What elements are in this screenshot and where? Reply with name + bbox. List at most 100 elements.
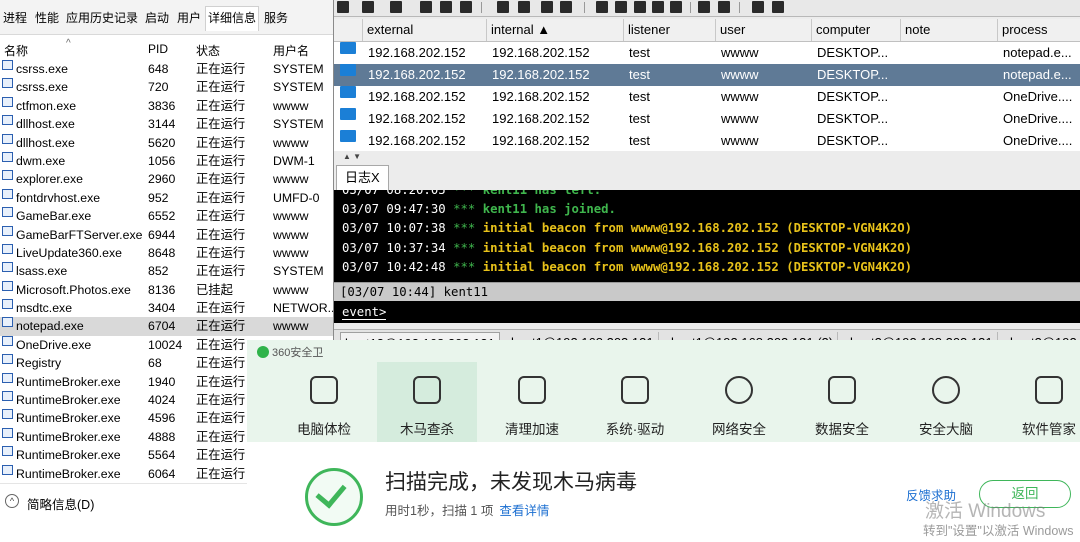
beacon-row[interactable]: 192.168.202.152 192.168.202.152 test wwww DE… — [334, 42, 1080, 64]
cloud-icon[interactable] — [718, 1, 730, 13]
log-message: initial beacon from wwww@192.168.202.152… — [482, 259, 913, 274]
tab-event-log[interactable]: 日志X — [336, 165, 389, 190]
pivot-graph-icon[interactable] — [420, 1, 432, 13]
process-row[interactable]: dllhost.exe 5620 正在运行 wwww — [0, 133, 333, 152]
process-row[interactable]: csrss.exe 720 正在运行 SYSTEM — [0, 78, 333, 96]
column-user[interactable]: 用户名 — [273, 42, 309, 59]
s360-brand: 360安全卫 — [257, 344, 323, 360]
terminal-icon[interactable] — [670, 1, 682, 13]
process-pid: 6064 — [148, 466, 176, 480]
column-internal[interactable]: internal ▲ — [487, 19, 624, 41]
process-row[interactable]: ctfmon.exe 3836 正在运行 wwww — [0, 96, 333, 115]
s360-logo-icon — [257, 346, 269, 358]
nav-item[interactable]: 木马查杀 — [377, 362, 477, 442]
log-line: 03/07 10:42:48 *** initial beacon from w… — [342, 260, 912, 274]
process-row[interactable]: dllhost.exe 3144 正在运行 SYSTEM — [0, 115, 333, 133]
target-icon[interactable] — [460, 1, 472, 13]
task-manager-tabs: 进程 性能 应用历史记录 启动 用户 详细信息 服务 — [0, 0, 333, 35]
connect-icon[interactable] — [337, 1, 349, 13]
process-row[interactable]: dwm.exe 1056 正在运行 DWM-1 — [0, 151, 333, 170]
tab-performance[interactable]: 性能 — [33, 8, 61, 28]
process-status: 正在运行 — [196, 172, 246, 187]
log-line: 03/07 08:20:05 *** kent11 has left. — [342, 190, 601, 197]
view-details-link[interactable]: 查看详情 — [499, 504, 549, 518]
column-user[interactable]: user — [716, 19, 812, 41]
log-time: 03/07 10:07:38 — [342, 221, 446, 236]
pane-splitter[interactable]: ▲ ▼ — [334, 152, 1080, 164]
disconnect-icon[interactable] — [362, 1, 374, 13]
process-row[interactable]: lsass.exe 852 正在运行 SYSTEM — [0, 262, 333, 280]
process-pid: 1940 — [148, 374, 176, 389]
process-row[interactable]: csrss.exe 648 正在运行 SYSTEM — [0, 60, 333, 78]
tab-app-history[interactable]: 应用历史记录 — [64, 8, 140, 28]
process-name: ctfmon.exe — [16, 98, 77, 113]
process-status: 正在运行 — [196, 98, 246, 113]
process-user: wwww — [273, 209, 309, 224]
beacon-row[interactable]: 192.168.202.152 192.168.202.152 test wwww DE… — [334, 86, 1080, 108]
download-icon[interactable] — [518, 1, 530, 13]
process-row[interactable]: LiveUpdate360.exe 8648 正在运行 wwww — [0, 243, 333, 262]
nav-item[interactable]: 系统·驱动 — [585, 362, 685, 442]
column-status[interactable]: 状态 — [196, 42, 220, 59]
link-icon[interactable] — [698, 1, 710, 13]
credentials-icon[interactable] — [497, 1, 509, 13]
column-external[interactable]: external — [363, 19, 487, 41]
process-status: 正在运行 — [196, 393, 246, 408]
log-stars: *** — [453, 202, 476, 217]
document-icon[interactable] — [652, 1, 664, 13]
key-icon[interactable] — [541, 1, 553, 13]
fewer-details-link[interactable]: 简略信息(D) — [27, 494, 94, 513]
process-row[interactable]: fontdrvhost.exe 952 正在运行 UMFD-0 — [0, 188, 333, 207]
nav-item[interactable]: 安全大脑 — [896, 362, 996, 442]
tab-startup[interactable]: 启动 — [143, 8, 171, 28]
book-icon[interactable] — [752, 1, 764, 13]
nav-item[interactable]: 清理加速 — [482, 362, 582, 442]
process-name: OneDrive.exe — [16, 337, 92, 352]
beacon-internal: 192.168.202.152 — [492, 89, 590, 104]
process-status: 正在运行 — [196, 62, 246, 76]
beacon-row[interactable]: 192.168.202.152 192.168.202.152 test wwww DE… — [334, 108, 1080, 130]
tab-users[interactable]: 用户 — [175, 8, 203, 28]
process-row[interactable]: Microsoft.Photos.exe 8136 已挂起 wwww — [0, 280, 333, 299]
monitor-icon — [340, 64, 356, 76]
process-icon — [2, 446, 13, 457]
process-name: explorer.exe — [16, 172, 83, 187]
session-table-icon[interactable] — [440, 1, 452, 13]
tab-processes[interactable]: 进程 — [1, 8, 29, 28]
process-row[interactable]: msdtc.exe 3404 正在运行 NETWOR... — [0, 299, 333, 317]
cs-toolbar — [334, 0, 1080, 17]
column-note[interactable]: note — [901, 19, 998, 41]
column-name[interactable]: 名称 — [4, 42, 28, 59]
column-computer[interactable]: computer — [812, 19, 901, 41]
screenshot-icon[interactable] — [560, 1, 572, 13]
nav-item[interactable]: 数据安全 — [792, 362, 892, 442]
nav-item[interactable]: 电脑体检 — [274, 362, 374, 442]
tab-details[interactable]: 详细信息 — [205, 6, 260, 31]
process-row[interactable]: notepad.exe 6704 正在运行 wwww — [0, 317, 333, 336]
tab-services[interactable]: 服务 — [262, 8, 290, 28]
process-row[interactable]: explorer.exe 2960 正在运行 wwww — [0, 170, 333, 188]
nav-item[interactable]: 网络安全 — [689, 362, 789, 442]
gear-icon[interactable] — [596, 1, 608, 13]
script-icon[interactable] — [615, 1, 627, 13]
splitter-arrows[interactable]: ▲ ▼ — [343, 152, 361, 161]
beacon-row[interactable]: 192.168.202.152 192.168.202.152 test wwww DE… — [334, 130, 1080, 152]
column-process[interactable]: process — [998, 19, 1080, 41]
headphones-icon[interactable] — [390, 1, 402, 13]
beacon-internal: 192.168.202.152 — [492, 45, 590, 60]
process-row[interactable]: GameBarFTServer.exe 6944 正在运行 wwww — [0, 225, 333, 244]
process-status: 已挂起 — [196, 282, 233, 297]
process-status: 正在运行 — [196, 245, 246, 260]
process-row[interactable]: GameBar.exe 6552 正在运行 wwww — [0, 207, 333, 225]
process-pid: 6944 — [148, 227, 176, 242]
process-status: 正在运行 — [196, 319, 246, 334]
cube-icon[interactable] — [772, 1, 784, 13]
coffee-icon[interactable] — [634, 1, 646, 13]
column-pid[interactable]: PID — [148, 42, 168, 56]
beacon-row[interactable]: 192.168.202.152 192.168.202.152 test wwww DE… — [334, 64, 1080, 86]
nav-item[interactable]: 软件管家 — [999, 362, 1080, 442]
column-listener[interactable]: listener — [624, 19, 716, 41]
beacon-user: wwww — [721, 111, 759, 126]
event-input[interactable]: event> — [334, 301, 1080, 323]
collapse-chevron-icon[interactable]: ^ — [5, 494, 19, 508]
